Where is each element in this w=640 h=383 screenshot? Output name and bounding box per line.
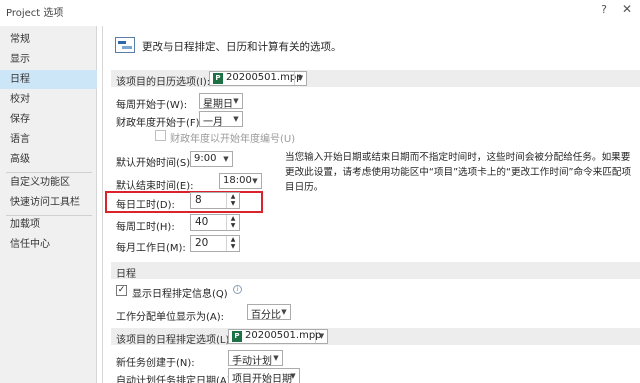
select-value: 一月 <box>203 117 223 128</box>
chevron-down-icon: ▼ <box>273 354 279 362</box>
chevron-down-icon: ▼ <box>294 72 306 85</box>
stepper-value: 8 <box>195 194 202 206</box>
stepper-value: 40 <box>195 216 209 228</box>
info-icon[interactable]: i <box>233 285 242 294</box>
sidebar-item-advanced[interactable]: 高级 <box>0 150 97 169</box>
sidebar: 常规 显示 日程 校对 保存 语言 高级 自定义功能区 快速访问工具栏 加载项 … <box>0 26 97 383</box>
days-per-month-stepper[interactable]: 20 ▲ ▼ <box>190 235 240 252</box>
calendar-options-section: 该项目的日历选项(I): P 20200501.mpp ▼ <box>111 70 640 88</box>
sidebar-item-customize-ribbon[interactable]: 自定义功能区 <box>0 173 97 192</box>
stepper-up-icon[interactable]: ▲ <box>227 193 239 200</box>
gantt-bar <box>122 46 132 49</box>
chevron-down-icon: ▼ <box>281 308 287 316</box>
select-value: 手动计划 <box>232 356 272 367</box>
time-hint-text: 当您输入开始日期或结束日期而不指定时间时，这些时间会被分配给任务。如果要更改此设… <box>285 152 632 193</box>
stepper-buttons: ▲ ▼ <box>226 236 239 251</box>
select-value: 18:00 <box>223 175 252 186</box>
stepper-down-icon[interactable]: ▼ <box>227 243 239 250</box>
close-button[interactable]: ✕ <box>621 2 633 16</box>
week-start-label: 每周开始于(W): <box>116 100 188 111</box>
section-label: 该项目的日历选项(I): <box>116 77 211 88</box>
default-start-label: 默认开始时间(S): <box>116 158 194 169</box>
stepper-buttons: ▲ ▼ <box>226 193 239 208</box>
section-label: 日程 <box>116 269 136 280</box>
select-value: 20200501.mpp <box>226 72 303 83</box>
units-select[interactable]: 百分比 ▼ <box>247 304 291 321</box>
fiscal-numbering-label: 财政年度以开始年度编号(U) <box>170 134 296 145</box>
show-schedule-msgs-label: 显示日程排定信息(Q) <box>132 289 228 300</box>
calendar-options-icon <box>115 37 135 53</box>
sidebar-item-language[interactable]: 语言 <box>0 130 97 149</box>
select-value: 9:00 <box>194 153 217 164</box>
new-tasks-label: 新任务创建于(N): <box>116 358 195 369</box>
sidebar-item-trust-center[interactable]: 信任中心 <box>0 235 97 254</box>
stepper-value: 20 <box>195 237 209 249</box>
chevron-down-icon: ▼ <box>223 155 229 163</box>
auto-sched-label: 自动计划任务排定日期(A): <box>116 376 235 383</box>
help-button[interactable]: ? <box>598 3 610 16</box>
options-content: 更改与日程排定、日历和计算有关的选项。 该项目的日历选项(I): P 20200… <box>102 26 640 383</box>
sidebar-item-quick-access-toolbar[interactable]: 快速访问工具栏 <box>0 193 97 212</box>
stepper-up-icon[interactable]: ▲ <box>227 236 239 243</box>
sidebar-item-general[interactable]: 常规 <box>0 30 97 49</box>
gantt-bar <box>118 41 126 44</box>
select-value: 项目开始日期 <box>232 374 292 383</box>
stepper-down-icon[interactable]: ▼ <box>227 200 239 207</box>
sidebar-item-add-ins[interactable]: 加载项 <box>0 215 97 234</box>
fiscal-start-label: 财政年度开始于(F): <box>116 118 203 129</box>
default-end-select[interactable]: 18:00 ▼ <box>219 173 262 189</box>
project-file-icon: P <box>213 73 223 84</box>
select-value: 百分比 <box>251 310 281 321</box>
hours-per-day-stepper[interactable]: 8 ▲ ▼ <box>190 192 240 209</box>
section-label: 该项目的日程排定选项(L): <box>116 335 233 346</box>
fiscal-numbering-checkbox[interactable] <box>155 130 166 141</box>
select-value: 星期日 <box>203 99 233 110</box>
stepper-up-icon[interactable]: ▲ <box>227 215 239 222</box>
hours-per-day-label: 每日工时(D): <box>116 200 175 211</box>
chevron-down-icon: ▼ <box>290 372 296 380</box>
hours-per-week-label: 每周工时(H): <box>116 222 175 233</box>
calendar-project-select[interactable]: P 20200501.mpp ▼ <box>209 71 307 86</box>
project-file-icon: P <box>232 331 242 342</box>
stepper-down-icon[interactable]: ▼ <box>227 222 239 229</box>
window-title: Project 选项 <box>6 8 64 19</box>
sidebar-item-proofing[interactable]: 校对 <box>0 90 97 109</box>
fiscal-start-select[interactable]: 一月 ▼ <box>199 111 243 128</box>
days-per-month-label: 每月工作日(M): <box>116 243 186 254</box>
chevron-down-icon: ▼ <box>252 177 258 185</box>
hours-per-week-stepper[interactable]: 40 ▲ ▼ <box>190 214 240 231</box>
sidebar-item-schedule[interactable]: 日程 <box>0 70 97 89</box>
schedule-section: 日程 <box>111 262 640 280</box>
units-label: 工作分配单位显示为(A): <box>116 312 225 323</box>
scheduling-project-select[interactable]: P 20200501.mpp ▼ <box>228 329 328 344</box>
content-border <box>102 26 103 383</box>
auto-sched-select[interactable]: 项目开始日期 ▼ <box>228 368 300 383</box>
chevron-down-icon: ▼ <box>315 330 327 343</box>
select-value: 20200501.mpp <box>245 330 322 341</box>
default-start-select[interactable]: 9:00 ▼ <box>190 151 233 167</box>
sidebar-item-save[interactable]: 保存 <box>0 110 97 129</box>
title-bar: Project 选项 ? ✕ <box>0 0 640 22</box>
sidebar-item-display[interactable]: 显示 <box>0 50 97 69</box>
stepper-buttons: ▲ ▼ <box>226 215 239 230</box>
page-header: 更改与日程排定、日历和计算有关的选项。 <box>142 41 342 53</box>
show-schedule-msgs-checkbox[interactable]: ✓ <box>116 285 127 296</box>
chevron-down-icon: ▼ <box>233 115 239 123</box>
chevron-down-icon: ▼ <box>233 97 239 105</box>
default-end-label: 默认结束时间(E): <box>116 181 194 192</box>
new-tasks-select[interactable]: 手动计划 ▼ <box>228 350 283 367</box>
scheduling-options-section: 该项目的日程排定选项(L): P 20200501.mpp ▼ <box>111 328 640 346</box>
week-start-select[interactable]: 星期日 ▼ <box>199 93 243 110</box>
